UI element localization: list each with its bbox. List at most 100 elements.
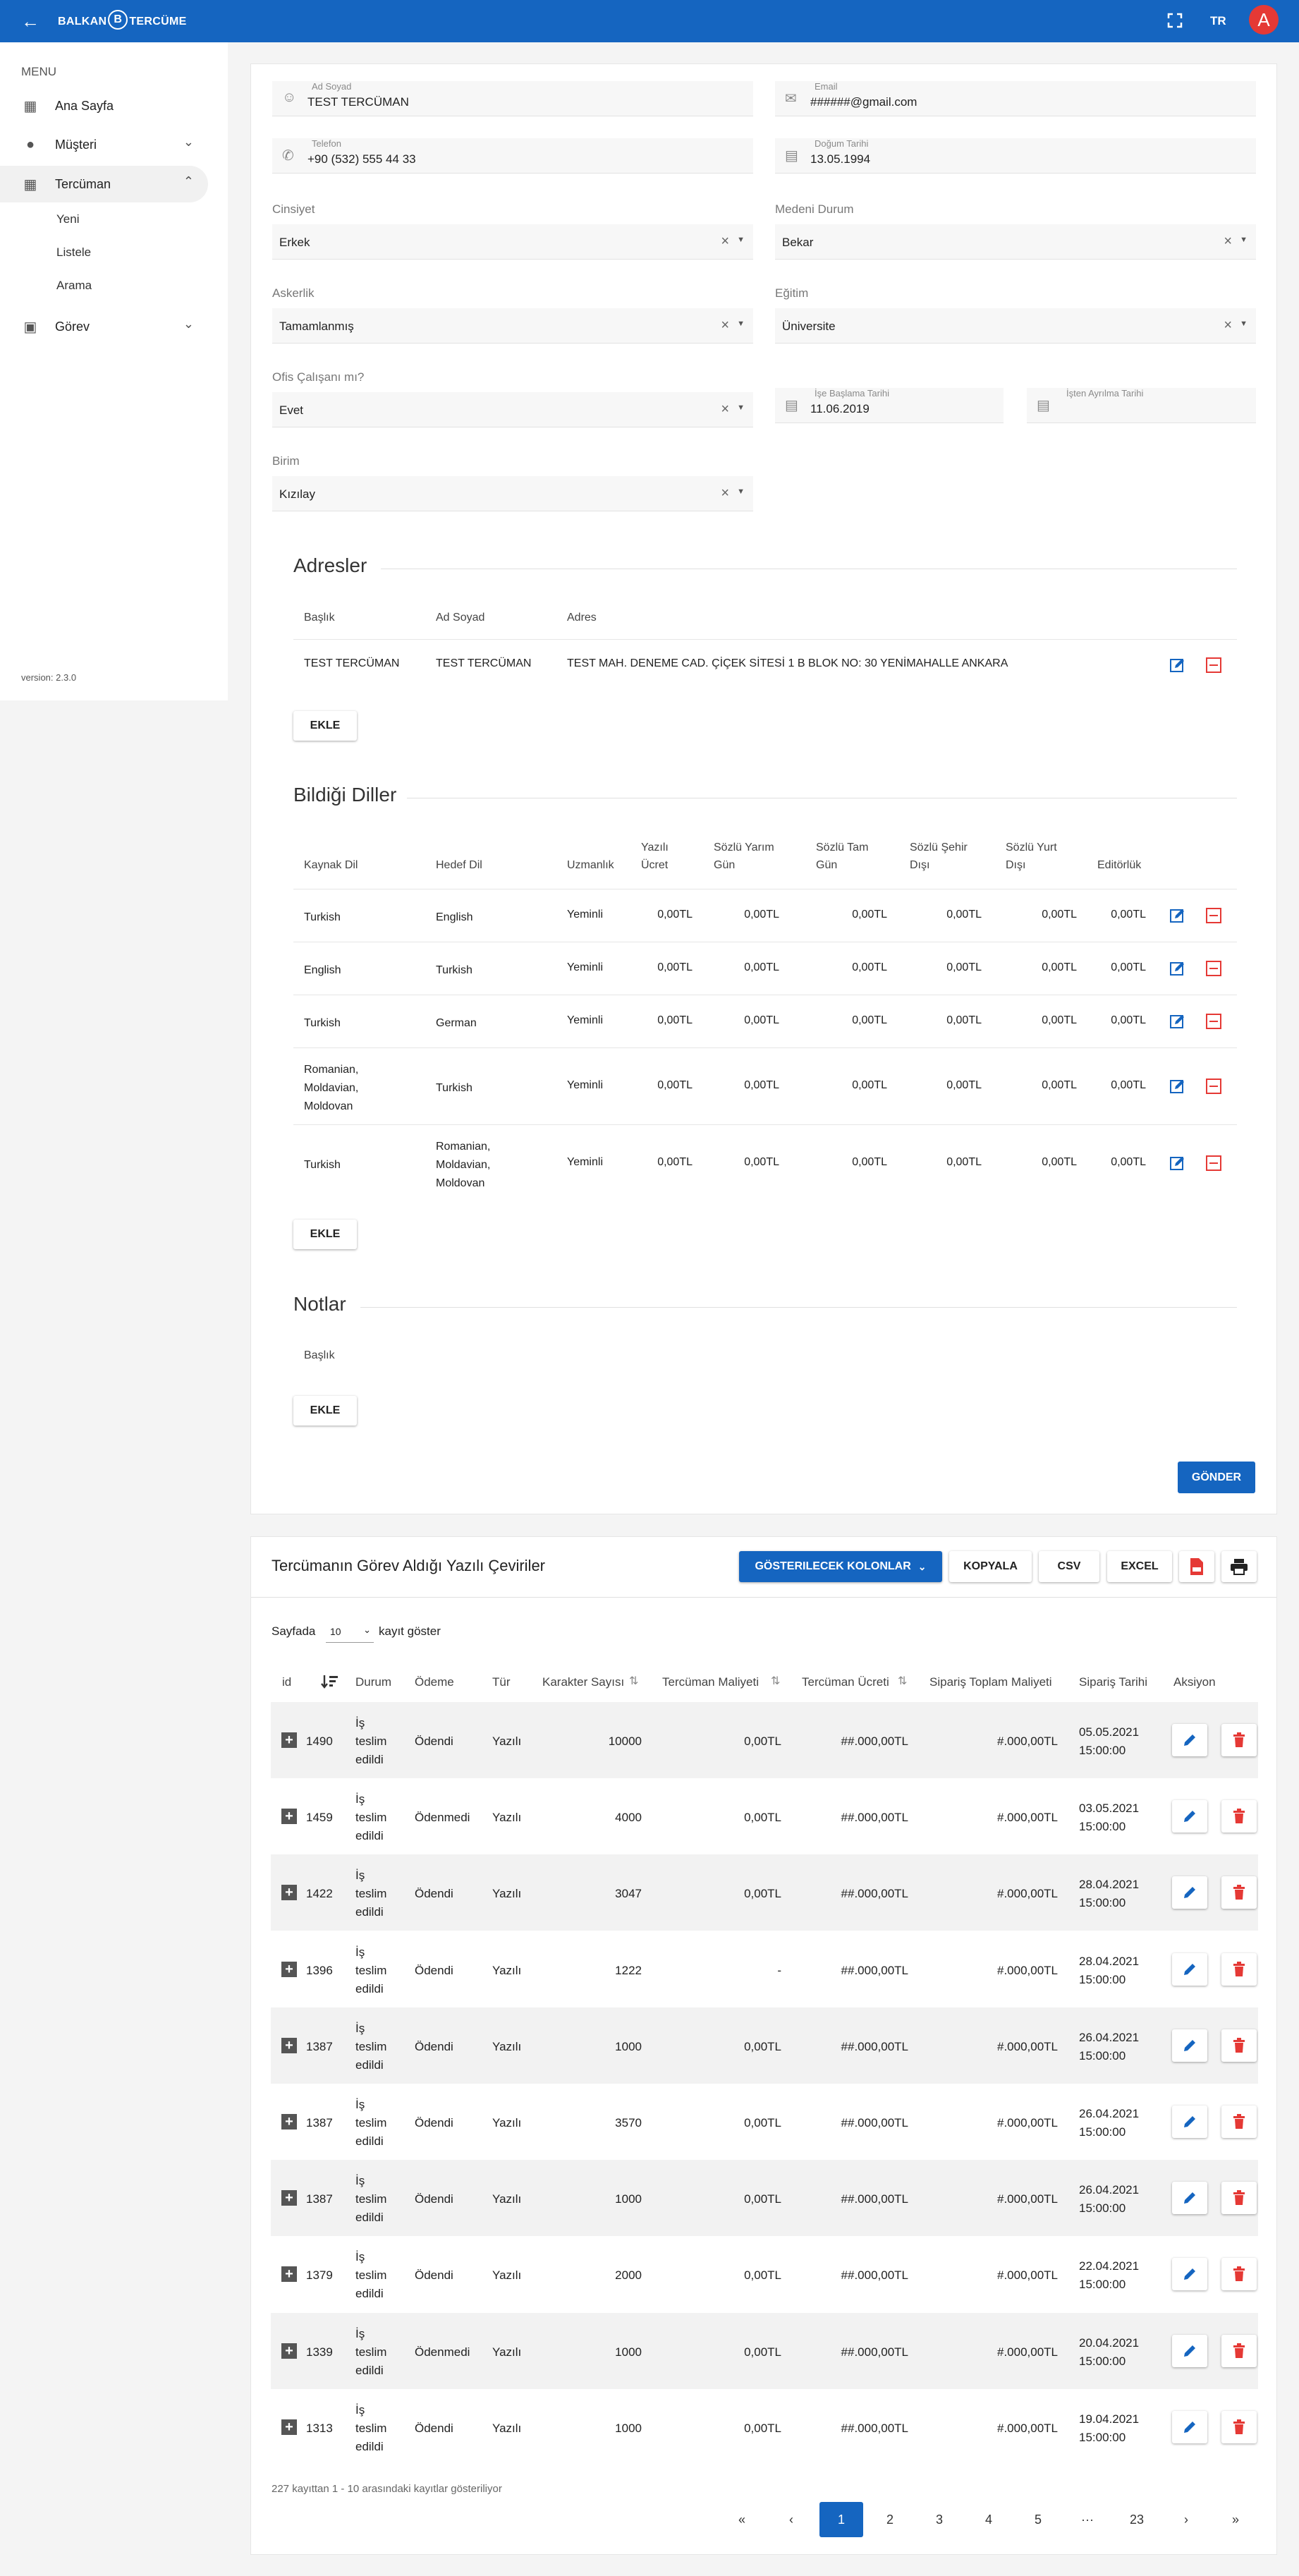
- excel-button[interactable]: EXCEL: [1107, 1551, 1172, 1582]
- remove-icon[interactable]: [1205, 1078, 1222, 1095]
- expand-plus-icon[interactable]: +: [281, 1732, 297, 1748]
- sort-icon[interactable]: ⇅: [898, 1674, 907, 1688]
- pagination-item[interactable]: ···: [1066, 2502, 1109, 2537]
- edit-button[interactable]: [1172, 1876, 1207, 1909]
- pagination-item[interactable]: ‹: [770, 2502, 812, 2537]
- col-header-toplam[interactable]: Sipariş Toplam Maliyeti: [929, 1675, 1052, 1689]
- caret-down-icon[interactable]: ▼: [737, 403, 745, 412]
- expand-plus-icon[interactable]: +: [281, 2038, 297, 2053]
- sidebar-item-musteri[interactable]: ● Müşteri ⌄: [0, 126, 208, 163]
- clear-icon[interactable]: ×: [721, 317, 729, 334]
- pagination-item[interactable]: »: [1214, 2502, 1257, 2537]
- clear-icon[interactable]: ×: [721, 485, 729, 502]
- cinsiyet-select[interactable]: Erkek × ▼: [272, 224, 753, 260]
- pagination-item[interactable]: 5: [1017, 2502, 1059, 2537]
- col-header-id[interactable]: id: [282, 1675, 291, 1689]
- caret-down-icon[interactable]: ▼: [1240, 320, 1248, 328]
- edit-button[interactable]: [1172, 2029, 1207, 2062]
- expand-plus-icon[interactable]: +: [281, 2190, 297, 2206]
- avatar[interactable]: A: [1249, 5, 1279, 35]
- isten-ayrilma-field[interactable]: ▤ İşten Ayrılma Tarihi: [1027, 388, 1256, 423]
- remove-icon[interactable]: [1205, 1013, 1222, 1030]
- egitim-select[interactable]: Üniversite × ▼: [775, 308, 1256, 344]
- edit-button[interactable]: [1172, 2182, 1207, 2214]
- col-header-durum[interactable]: Durum: [355, 1675, 391, 1689]
- pagination-item[interactable]: 2: [869, 2502, 911, 2537]
- not-ekle-button[interactable]: EKLE: [293, 1396, 357, 1426]
- clear-icon[interactable]: ×: [1224, 233, 1232, 250]
- expand-plus-icon[interactable]: +: [281, 1809, 297, 1824]
- clear-icon[interactable]: ×: [721, 233, 729, 250]
- adres-ekle-button[interactable]: EKLE: [293, 711, 357, 741]
- delete-button[interactable]: [1221, 2335, 1257, 2367]
- edit-button[interactable]: [1172, 1800, 1207, 1833]
- delete-button[interactable]: [1221, 2106, 1257, 2138]
- ofis-select[interactable]: Evet × ▼: [272, 392, 753, 427]
- sidebar-subitem-listele[interactable]: Listele: [56, 245, 91, 260]
- pagination-item[interactable]: 1: [819, 2502, 863, 2537]
- edit-button[interactable]: [1172, 2106, 1207, 2138]
- caret-down-icon[interactable]: ▼: [737, 236, 745, 244]
- caret-down-icon[interactable]: ▼: [737, 487, 745, 496]
- sidebar-subitem-arama[interactable]: Arama: [56, 279, 92, 293]
- remove-icon[interactable]: [1205, 907, 1222, 924]
- sort-desc-icon[interactable]: [321, 1674, 339, 1689]
- remove-icon[interactable]: [1205, 657, 1222, 674]
- edit-button[interactable]: [1172, 2411, 1207, 2443]
- columns-button[interactable]: GÖSTERILECEK KOLONLAR ⌄: [739, 1551, 942, 1582]
- email-field[interactable]: ✉ Email ######@gmail.com: [775, 81, 1256, 116]
- ad-soyad-field[interactable]: ☺ Ad Soyad TEST TERCÜMAN: [272, 81, 753, 116]
- copy-button[interactable]: KOPYALA: [949, 1551, 1032, 1582]
- edit-icon[interactable]: [1169, 657, 1186, 674]
- medeni-select[interactable]: Bekar × ▼: [775, 224, 1256, 260]
- edit-button[interactable]: [1172, 2258, 1207, 2290]
- print-button[interactable]: [1221, 1551, 1257, 1582]
- expand-plus-icon[interactable]: +: [281, 2114, 297, 2130]
- delete-button[interactable]: [1221, 2258, 1257, 2290]
- sidebar-subitem-yeni[interactable]: Yeni: [56, 212, 79, 226]
- expand-plus-icon[interactable]: +: [281, 1962, 297, 1977]
- sort-icon[interactable]: ⇅: [629, 1674, 638, 1688]
- expand-plus-icon[interactable]: +: [281, 2419, 297, 2435]
- sidebar-item-tercuman[interactable]: ▦ Tercüman ⌃: [0, 166, 208, 202]
- pagination-item[interactable]: ›: [1165, 2502, 1207, 2537]
- delete-button[interactable]: [1221, 2411, 1257, 2443]
- pagination-item[interactable]: «: [721, 2502, 763, 2537]
- col-header-ucret[interactable]: Tercüman Ücreti: [802, 1675, 889, 1689]
- dogum-tarihi-field[interactable]: ▤ Doğum Tarihi 13.05.1994: [775, 138, 1256, 174]
- clear-icon[interactable]: ×: [1224, 317, 1232, 334]
- edit-button[interactable]: [1172, 1724, 1207, 1756]
- delete-button[interactable]: [1221, 1800, 1257, 1833]
- delete-button[interactable]: [1221, 2029, 1257, 2062]
- sort-icon[interactable]: ⇅: [771, 1674, 780, 1688]
- telefon-field[interactable]: ✆ Telefon +90 (532) 555 44 33: [272, 138, 753, 174]
- edit-icon[interactable]: [1169, 1013, 1186, 1030]
- brand-logo[interactable]: BALKAN B TERCÜME: [58, 10, 187, 30]
- col-header-karakter[interactable]: Karakter Sayısı: [542, 1675, 624, 1689]
- col-header-tarih[interactable]: Sipariş Tarihi: [1079, 1675, 1147, 1689]
- pagination-item[interactable]: 23: [1116, 2502, 1158, 2537]
- caret-down-icon[interactable]: ▼: [1240, 236, 1248, 244]
- delete-button[interactable]: [1221, 2182, 1257, 2214]
- fullscreen-icon[interactable]: [1167, 13, 1183, 28]
- expand-plus-icon[interactable]: +: [281, 2266, 297, 2282]
- gonder-button[interactable]: GÖNDER: [1178, 1462, 1255, 1493]
- edit-button[interactable]: [1172, 2335, 1207, 2367]
- sidebar-item-ana-sayfa[interactable]: ▦ Ana Sayfa: [0, 87, 208, 124]
- edit-button[interactable]: [1172, 1953, 1207, 1986]
- birim-select[interactable]: Kızılay × ▼: [272, 476, 753, 511]
- ise-baslama-field[interactable]: ▤ İşe Başlama Tarihi 11.06.2019: [775, 388, 1004, 423]
- arrow-left-icon[interactable]: ←: [21, 11, 39, 31]
- sidebar-item-gorev[interactable]: ▣ Görev ⌄: [0, 308, 208, 345]
- remove-icon[interactable]: [1205, 1155, 1222, 1172]
- clear-icon[interactable]: ×: [721, 401, 729, 418]
- language-selector[interactable]: TR: [1210, 14, 1226, 28]
- delete-button[interactable]: [1221, 1953, 1257, 1986]
- askerlik-select[interactable]: Tamamlanmış × ▼: [272, 308, 753, 344]
- edit-icon[interactable]: [1169, 1155, 1186, 1172]
- pagination-item[interactable]: 3: [918, 2502, 960, 2537]
- page-length-select[interactable]: 10 ⌄: [326, 1620, 374, 1643]
- caret-down-icon[interactable]: ▼: [737, 320, 745, 328]
- edit-icon[interactable]: [1169, 960, 1186, 977]
- delete-button[interactable]: [1221, 1876, 1257, 1909]
